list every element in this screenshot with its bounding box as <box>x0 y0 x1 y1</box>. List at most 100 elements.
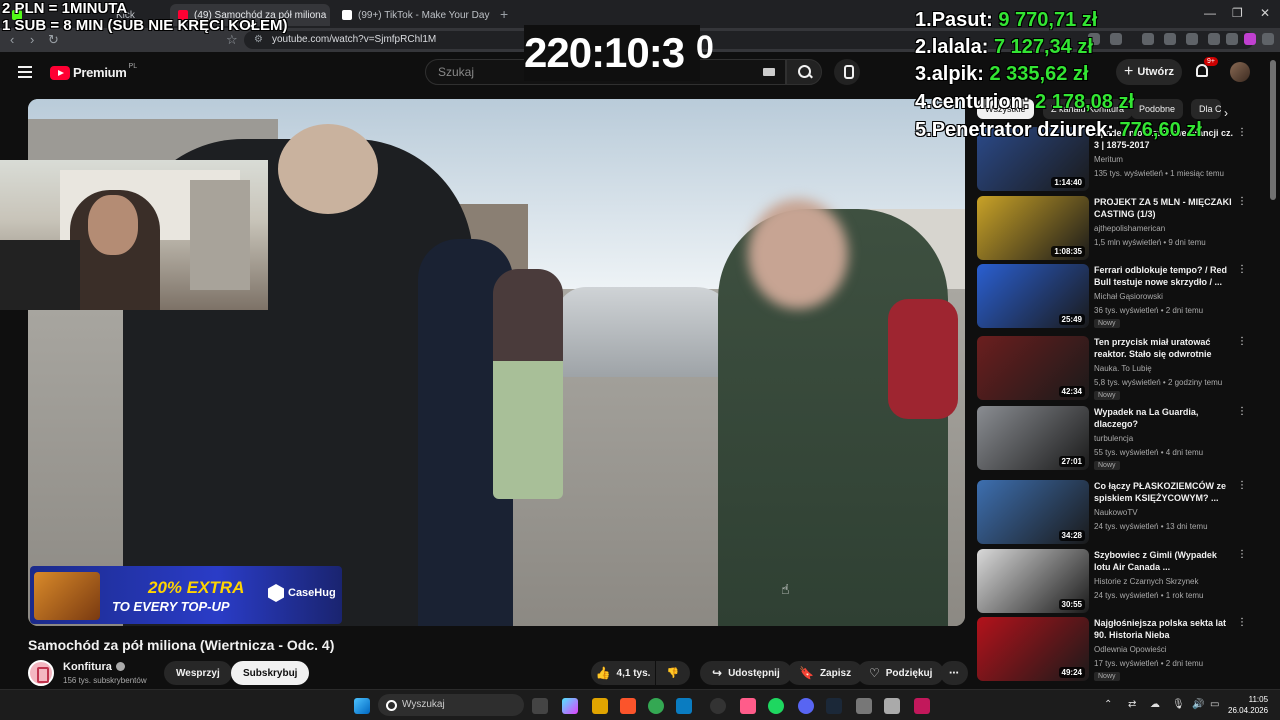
copilot-icon[interactable] <box>562 698 578 714</box>
more-vert-icon[interactable]: ⋮ <box>1237 337 1247 347</box>
dislike-button[interactable]: 👎 <box>656 661 690 685</box>
bookmark-icon[interactable]: ☆ <box>226 32 238 48</box>
share-button[interactable]: ↪ Udostępnij <box>700 661 792 685</box>
recommended-channel[interactable]: Nauka. To Lubię <box>1094 364 1152 373</box>
recommended-channel[interactable]: Michał Gąsiorowski <box>1094 292 1163 301</box>
chrome-icon[interactable] <box>648 698 664 714</box>
recommended-title[interactable]: Szybowiec z Gimli (Wypadek lotu Air Cana… <box>1094 549 1234 573</box>
forward-icon[interactable]: › <box>30 32 34 47</box>
network-icon[interactable]: ▭ <box>1210 699 1219 710</box>
channel-avatar[interactable] <box>28 660 54 686</box>
minimize-icon[interactable]: — <box>1204 6 1216 20</box>
more-vert-icon[interactable]: ⋮ <box>1237 407 1247 417</box>
support-button[interactable]: Wesprzyj <box>164 661 232 685</box>
maximize-icon[interactable]: ❐ <box>1232 6 1243 20</box>
more-actions-button[interactable]: ⋯ <box>940 661 968 685</box>
more-vert-icon[interactable]: ⋮ <box>1237 618 1247 628</box>
spotify-icon[interactable] <box>768 698 784 714</box>
task-view-icon[interactable] <box>532 698 548 714</box>
system-clock[interactable]: 11:05 26.04.2026 <box>1228 694 1268 716</box>
recommended-channel[interactable]: ajthepolishamerican <box>1094 224 1165 233</box>
recommended-video[interactable]: 49:24 Najgłośniejsza polska sekta lat 90.… <box>977 617 1262 681</box>
more-vert-icon[interactable]: ⋮ <box>1237 481 1247 491</box>
recommended-channel[interactable]: turbulencja <box>1094 434 1133 443</box>
more-vert-icon[interactable]: ⋮ <box>1237 550 1247 560</box>
steam-icon[interactable] <box>826 698 842 714</box>
shield-icon[interactable] <box>1226 33 1238 45</box>
save-button[interactable]: 🔖 Zapisz <box>787 661 864 685</box>
browser-active-icon[interactable] <box>740 698 756 714</box>
recommended-video[interactable]: 27:01 Wypadek na La Guardia, dlaczego? tur… <box>977 406 1262 470</box>
recommended-video[interactable]: 42:34 Ten przycisk miał uratować reaktor.… <box>977 336 1262 400</box>
video-thumbnail[interactable]: 1:08:35 <box>977 196 1089 260</box>
close-tab-icon[interactable]: ✕ <box>326 10 330 21</box>
notifications-icon[interactable] <box>1196 64 1208 77</box>
scrollbar[interactable] <box>1270 60 1276 200</box>
avatar[interactable] <box>1230 62 1250 82</box>
more-vert-icon[interactable]: ⋮ <box>1237 128 1247 138</box>
channel-name[interactable]: Konfitura <box>63 661 125 673</box>
back-icon[interactable]: ‹ <box>10 32 14 47</box>
recommended-channel[interactable]: NaukowoTV <box>1094 508 1138 517</box>
video-thumbnail[interactable]: 25:49 <box>977 264 1089 328</box>
chip-for-you[interactable]: Dla Ciebie <box>1191 99 1221 119</box>
more-vert-icon[interactable]: ⋮ <box>1237 265 1247 275</box>
file-explorer-icon[interactable] <box>592 698 608 714</box>
youtube-logo[interactable]: Premium PL <box>50 63 137 80</box>
tray-chevron-icon[interactable]: ⌃ <box>1104 699 1112 710</box>
reload-icon[interactable]: ↻ <box>48 32 59 48</box>
app-icon[interactable] <box>914 698 930 714</box>
recommended-video[interactable]: 30:55 Szybowiec z Gimli (Wypadek lotu Air… <box>977 549 1262 613</box>
like-button[interactable]: 👍 4,1 tys. <box>591 661 655 685</box>
extension-icon[interactable] <box>1142 33 1154 45</box>
calculator-icon[interactable] <box>884 698 900 714</box>
video-thumbnail[interactable]: 49:24 <box>977 617 1089 681</box>
menu-icon[interactable] <box>18 66 32 81</box>
extension-icon[interactable] <box>1244 33 1256 45</box>
video-thumbnail[interactable]: 34:28 <box>977 480 1089 544</box>
recommended-video[interactable]: 34:28 Co łączy PŁASKOZIEMCÓW ze spiskiem … <box>977 480 1262 544</box>
url-field[interactable]: ⚙ youtube.com/watch?v=SjmfpRChl1M <box>244 31 1254 49</box>
recommended-title[interactable]: Ten przycisk miał uratować reaktor. Stał… <box>1094 336 1234 360</box>
tab-tiktok[interactable]: (99+) TikTok - Make Your Day <box>334 4 494 26</box>
app-icon[interactable] <box>710 698 726 714</box>
windows-start-icon[interactable] <box>354 698 370 714</box>
search-button[interactable] <box>786 59 822 85</box>
close-window-icon[interactable]: ✕ <box>1260 6 1270 20</box>
recommended-video[interactable]: 25:49 Ferrari odblokuje tempo? / Red Bull… <box>977 264 1262 328</box>
discord-icon[interactable] <box>798 698 814 714</box>
volume-icon[interactable]: 🔊 <box>1192 699 1204 710</box>
new-tab-icon[interactable]: + <box>500 6 508 22</box>
more-vert-icon[interactable]: ⋮ <box>1237 197 1247 207</box>
cloud-icon[interactable]: ☁ <box>1150 699 1160 710</box>
store-icon[interactable] <box>676 698 692 714</box>
video-thumbnail[interactable]: 42:34 <box>977 336 1089 400</box>
recommended-title[interactable]: Najgłośniejsza polska sekta lat 90. Hist… <box>1094 617 1234 641</box>
video-thumbnail[interactable]: 27:01 <box>977 406 1089 470</box>
create-button[interactable]: + Utwórz <box>1116 59 1182 85</box>
brave-browser-icon[interactable] <box>620 698 636 714</box>
video-thumbnail[interactable]: 30:55 <box>977 549 1089 613</box>
extension-icon[interactable] <box>1186 33 1198 45</box>
extension-icon[interactable] <box>1164 33 1176 45</box>
chevron-right-icon[interactable]: › <box>1224 106 1228 120</box>
recommended-title[interactable]: PROJEKT ZA 5 MLN - MIĘCZAKI CASTING (1/3… <box>1094 196 1234 220</box>
subscribe-button[interactable]: Subskrybuj <box>231 661 310 685</box>
recommended-title[interactable]: Co łączy PŁASKOZIEMCÓW ze spiskiem KSIĘŻ… <box>1094 480 1234 504</box>
recommended-video[interactable]: 1:08:35 PROJEKT ZA 5 MLN - MIĘCZAKI CASTI… <box>977 196 1262 260</box>
recommended-channel[interactable]: Historie z Czarnych Skrzynek <box>1094 577 1198 586</box>
settings-icon[interactable] <box>856 698 872 714</box>
microphone-icon[interactable]: 🎙 <box>1172 699 1185 710</box>
taskbar-search-input[interactable]: Wyszukaj <box>378 694 524 716</box>
menu-icon[interactable] <box>1262 33 1274 45</box>
recommended-title[interactable]: Wypadek na La Guardia, dlaczego? <box>1094 406 1234 430</box>
recommended-title[interactable]: Ferrari odblokuje tempo? / Red Bull test… <box>1094 264 1234 288</box>
recommended-channel[interactable]: Meritum <box>1094 155 1123 164</box>
tray-icon[interactable]: ⇄ <box>1128 699 1136 710</box>
keyboard-icon[interactable] <box>763 68 775 76</box>
chip-related[interactable]: Podobne <box>1131 99 1184 119</box>
voice-search-button[interactable] <box>834 59 860 85</box>
thanks-button[interactable]: ♡ Podziękuj <box>857 661 945 685</box>
extension-icon[interactable] <box>1110 33 1122 45</box>
recommended-channel[interactable]: Odlewnia Opowieści <box>1094 645 1166 654</box>
